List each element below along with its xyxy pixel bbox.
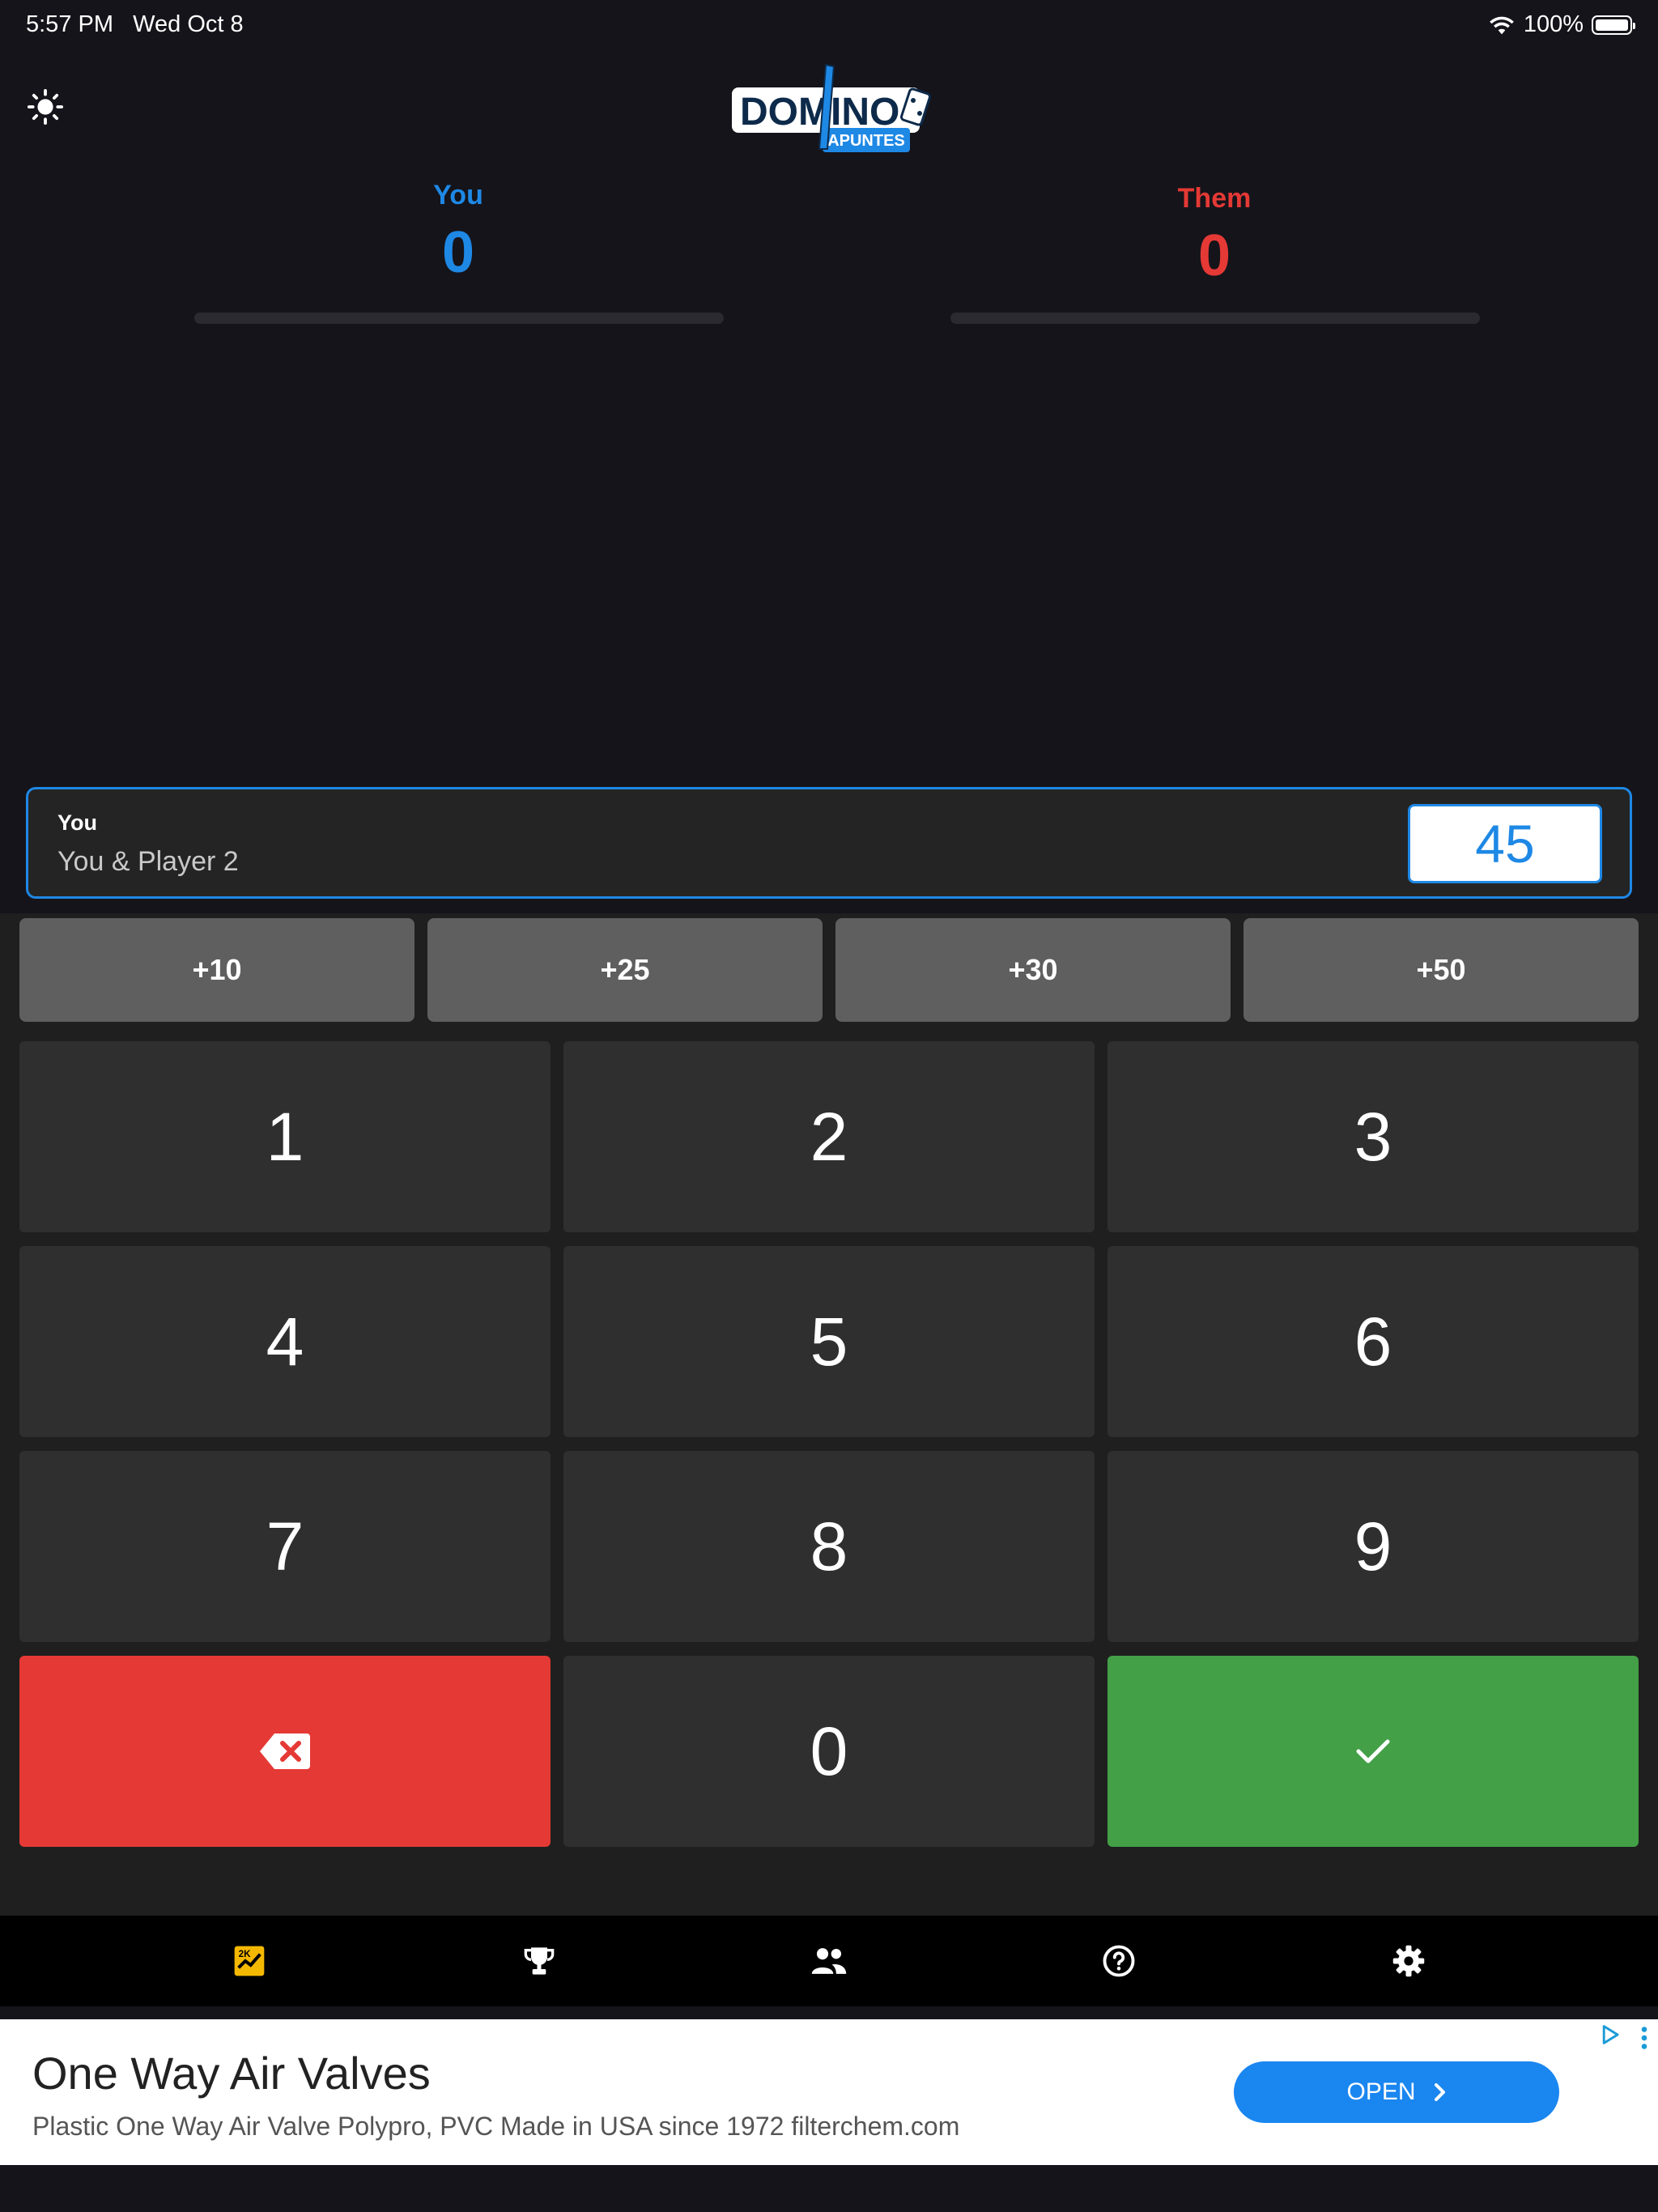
logo-subtext: APUNTES — [827, 132, 905, 150]
entry-players-label: You & Player 2 — [57, 846, 239, 877]
nav-scoreboard[interactable]: 2K — [209, 1916, 290, 2006]
nav-settings[interactable] — [1368, 1916, 1449, 2006]
ad-more-icon[interactable] — [1639, 2026, 1650, 2050]
checkmark-icon — [1356, 1739, 1390, 1763]
team-you-score: 0 — [441, 220, 475, 285]
key-6-button[interactable]: 6 — [1107, 1246, 1639, 1437]
ad-open-button[interactable]: OPEN — [1234, 2061, 1559, 2123]
bottom-nav: 2K — [0, 1916, 1658, 2006]
battery-icon — [1592, 15, 1635, 35]
backspace-icon — [260, 1733, 310, 1769]
key-8-button[interactable]: 8 — [563, 1451, 1095, 1642]
team-them-panel: Them 0 — [947, 183, 1482, 289]
ad-choices-icon[interactable] — [1600, 2024, 1621, 2045]
team-them-name: Them — [1177, 183, 1252, 214]
status-bar-right: 100% — [1488, 11, 1635, 38]
nav-trophy[interactable] — [499, 1916, 580, 2006]
theme-toggle-button[interactable] — [23, 84, 68, 130]
sun-icon — [27, 88, 64, 125]
quick-add-50-button[interactable]: +50 — [1244, 918, 1639, 1022]
wifi-icon — [1489, 16, 1514, 34]
score-entry-box[interactable]: You You & Player 2 45 — [26, 787, 1632, 899]
svg-text:2K: 2K — [239, 1949, 251, 1959]
key-2-button[interactable]: 2 — [563, 1041, 1095, 1232]
people-icon — [811, 1948, 847, 1974]
ad-open-label: OPEN — [1346, 2078, 1416, 2105]
ad-title[interactable]: One Way Air Valves — [32, 2047, 431, 2099]
entry-team-label: You — [57, 810, 97, 835]
team-you-progress — [194, 313, 724, 324]
settings-icon — [1392, 1945, 1425, 1977]
logo-text: DOMINO — [740, 91, 899, 134]
backspace-button[interactable] — [19, 1656, 551, 1847]
key-3-button[interactable]: 3 — [1107, 1041, 1639, 1232]
key-4-button[interactable]: 4 — [19, 1246, 551, 1437]
team-them-score: 0 — [1197, 223, 1231, 288]
quick-add-25-button[interactable]: +25 — [427, 918, 823, 1022]
app-logo: DOMINO APUNTES — [729, 58, 932, 155]
scoreboard-icon: 2K — [234, 1946, 265, 1976]
nav-help[interactable] — [1078, 1916, 1159, 2006]
bottom-strip — [0, 2165, 1658, 2212]
nav-players[interactable] — [789, 1916, 869, 2006]
status-bar-time: 5:57 PM Wed Oct 8 — [26, 11, 244, 37]
team-them-progress — [950, 313, 1480, 324]
quick-add-10-button[interactable]: +10 — [19, 918, 414, 1022]
ad-description: Plastic One Way Air Valve Polypro, PVC M… — [32, 2112, 960, 2141]
trophy-icon — [524, 1947, 555, 1975]
quick-add-30-button[interactable]: +30 — [835, 918, 1231, 1022]
key-7-button[interactable]: 7 — [19, 1451, 551, 1642]
entry-value-field[interactable]: 45 — [1408, 804, 1602, 883]
confirm-button[interactable] — [1107, 1656, 1639, 1847]
key-5-button[interactable]: 5 — [563, 1246, 1095, 1437]
team-you-name: You — [433, 180, 483, 211]
key-9-button[interactable]: 9 — [1107, 1451, 1639, 1642]
team-you-panel: You 0 — [191, 180, 725, 286]
key-1-button[interactable]: 1 — [19, 1041, 551, 1232]
ad-banner[interactable]: One Way Air Valves Plastic One Way Air V… — [0, 2019, 1658, 2165]
help-icon — [1103, 1945, 1135, 1977]
chevron-right-icon — [1434, 2083, 1445, 2101]
key-0-button[interactable]: 0 — [563, 1656, 1095, 1847]
battery-percent: 100% — [1523, 11, 1584, 37]
